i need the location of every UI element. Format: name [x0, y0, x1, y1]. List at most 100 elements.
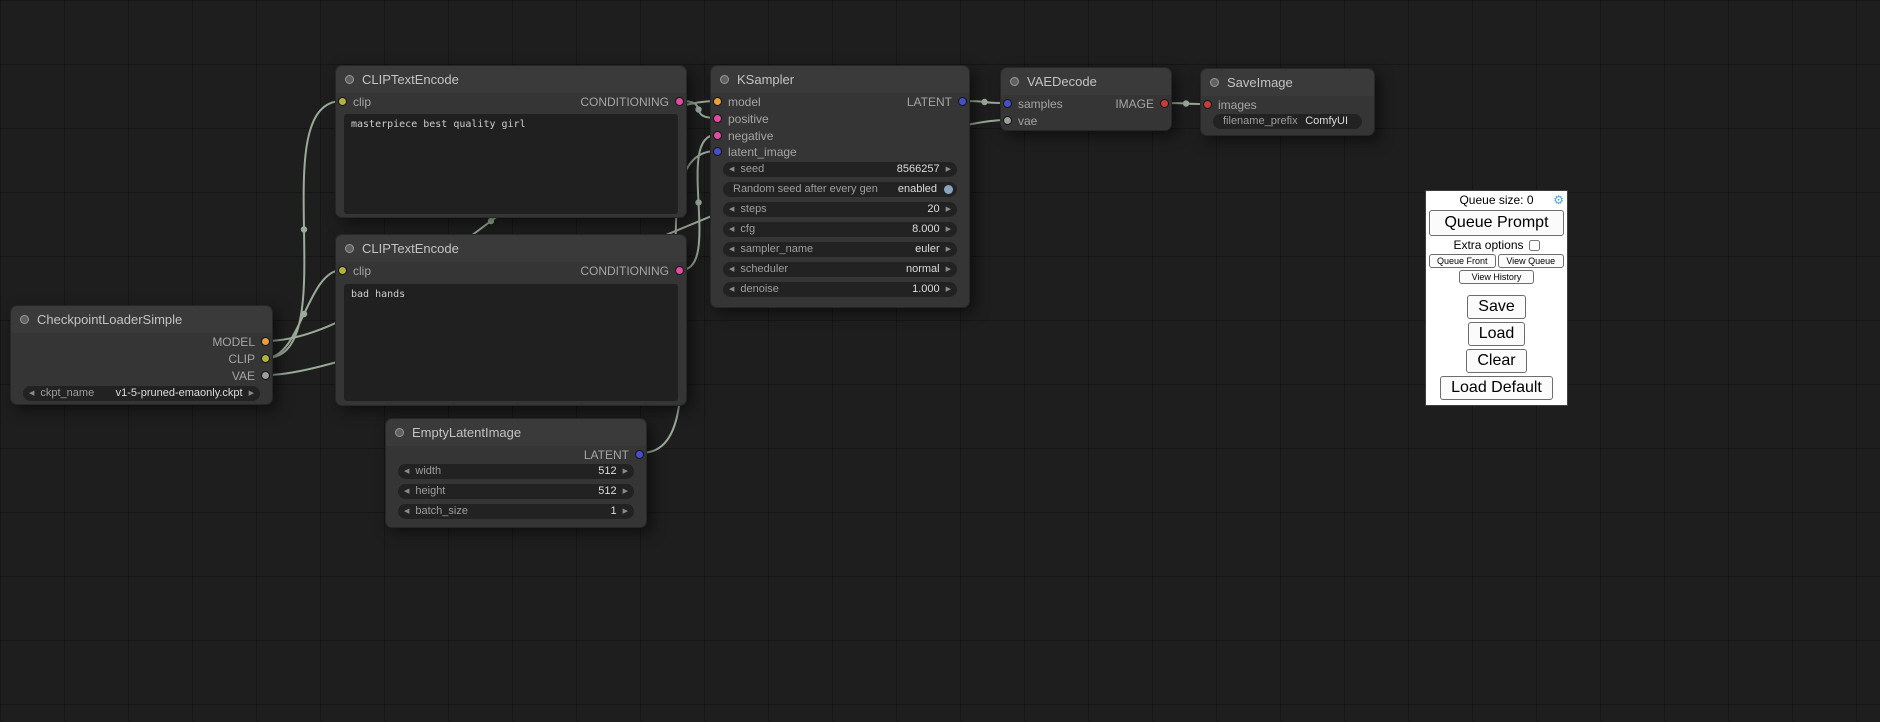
decrement-arrow-icon[interactable]: ◀ — [723, 222, 740, 237]
node-collapse-dot-icon[interactable] — [345, 75, 354, 84]
increment-arrow-icon[interactable]: ▶ — [243, 386, 260, 401]
decrement-arrow-icon[interactable]: ◀ — [723, 242, 740, 257]
cfg-number-widget[interactable]: ◀ cfg 8.000 ▶ — [723, 222, 957, 237]
increment-arrow-icon[interactable]: ▶ — [940, 162, 957, 177]
node-header[interactable]: CLIPTextEncode — [336, 235, 686, 262]
node-header[interactable]: VAEDecode — [1001, 68, 1171, 95]
widget-label: steps — [740, 202, 766, 217]
node-header[interactable]: KSampler — [711, 66, 969, 93]
view-queue-button[interactable]: View Queue — [1498, 254, 1565, 268]
save-button[interactable]: Save — [1467, 295, 1525, 319]
input-slot-vae: vae — [1001, 113, 1171, 129]
node-empty-latent-image[interactable]: EmptyLatentImage LATENT ◀ width 512 ▶ ◀ … — [385, 418, 647, 528]
ckpt-name-combo-widget[interactable]: ◀ ckpt_name v1-5-pruned-emaonly.ckpt ▶ — [23, 386, 260, 401]
clip-slot-dot[interactable] — [261, 354, 270, 363]
toggle-on-dot-icon[interactable] — [944, 185, 953, 194]
view-history-button[interactable]: View History — [1459, 270, 1535, 284]
decrement-arrow-icon[interactable]: ◀ — [723, 282, 740, 297]
slot-row: clip CONDITIONING — [336, 263, 686, 279]
extra-options-checkbox[interactable] — [1529, 240, 1540, 251]
node-checkpoint-loader-simple[interactable]: CheckpointLoaderSimple MODEL CLIP VAE ◀ … — [10, 305, 273, 405]
queue-prompt-button[interactable]: Queue Prompt — [1429, 210, 1564, 236]
latent-slot-dot[interactable] — [958, 97, 967, 106]
width-number-widget[interactable]: ◀ width 512 ▶ — [398, 464, 634, 479]
node-header[interactable]: CheckpointLoaderSimple — [11, 306, 272, 333]
model-slot-dot[interactable] — [261, 337, 270, 346]
slot-label: latent_image — [728, 145, 797, 159]
conditioning-slot-dot[interactable] — [675, 266, 684, 275]
node-title: VAEDecode — [1027, 74, 1097, 89]
node-clip-text-encode-positive[interactable]: CLIPTextEncode clip CONDITIONING masterp… — [335, 65, 687, 218]
input-slot-images: images — [1201, 97, 1374, 113]
node-save-image[interactable]: SaveImage images filename_prefix ComfyUI — [1200, 68, 1375, 136]
widget-label: cfg — [740, 222, 755, 237]
scheduler-combo-widget[interactable]: ◀ scheduler normal ▶ — [723, 262, 957, 277]
node-header[interactable]: EmptyLatentImage — [386, 419, 646, 446]
node-title: CLIPTextEncode — [362, 241, 459, 256]
decrement-arrow-icon[interactable]: ◀ — [723, 202, 740, 217]
conditioning-slot-dot[interactable] — [713, 114, 722, 123]
decrement-arrow-icon[interactable]: ◀ — [23, 386, 40, 401]
decrement-arrow-icon[interactable]: ◀ — [723, 262, 740, 277]
seed-number-widget[interactable]: ◀ seed 8566257 ▶ — [723, 162, 957, 177]
steps-number-widget[interactable]: ◀ steps 20 ▶ — [723, 202, 957, 217]
link-midpoint-dot — [695, 106, 701, 112]
node-collapse-dot-icon[interactable] — [720, 75, 729, 84]
node-collapse-dot-icon[interactable] — [395, 428, 404, 437]
node-collapse-dot-icon[interactable] — [1010, 77, 1019, 86]
latent-slot-dot[interactable] — [1003, 99, 1012, 108]
load-button[interactable]: Load — [1468, 322, 1526, 346]
widget-label: filename_prefix — [1213, 114, 1298, 129]
increment-arrow-icon[interactable]: ▶ — [940, 282, 957, 297]
increment-arrow-icon[interactable]: ▶ — [940, 202, 957, 217]
height-number-widget[interactable]: ◀ height 512 ▶ — [398, 484, 634, 499]
batch-size-number-widget[interactable]: ◀ batch_size 1 ▶ — [398, 504, 634, 519]
vae-slot-dot[interactable] — [1003, 116, 1012, 125]
latent-slot-dot[interactable] — [635, 450, 644, 459]
clip-slot-dot[interactable] — [338, 97, 347, 106]
increment-arrow-icon[interactable]: ▶ — [617, 504, 634, 519]
node-title: EmptyLatentImage — [412, 425, 521, 440]
clip-slot-dot[interactable] — [338, 266, 347, 275]
node-collapse-dot-icon[interactable] — [345, 244, 354, 253]
increment-arrow-icon[interactable]: ▶ — [617, 464, 634, 479]
prompt-text-area[interactable]: bad hands — [344, 284, 678, 401]
node-clip-text-encode-negative[interactable]: CLIPTextEncode clip CONDITIONING bad han… — [335, 234, 687, 406]
filename-prefix-text-widget[interactable]: filename_prefix ComfyUI — [1213, 114, 1362, 129]
node-collapse-dot-icon[interactable] — [1210, 78, 1219, 87]
node-vae-decode[interactable]: VAEDecode samples IMAGE vae — [1000, 67, 1172, 131]
node-collapse-dot-icon[interactable] — [20, 315, 29, 324]
image-slot-dot[interactable] — [1203, 100, 1212, 109]
increment-arrow-icon[interactable]: ▶ — [940, 242, 957, 257]
node-ksampler[interactable]: KSampler model LATENT positive negative … — [710, 65, 970, 308]
input-slot-latent-image: latent_image — [711, 144, 969, 160]
latent-slot-dot[interactable] — [713, 147, 722, 156]
conditioning-slot-dot[interactable] — [675, 97, 684, 106]
increment-arrow-icon[interactable]: ▶ — [940, 222, 957, 237]
output-slot-model: MODEL — [11, 334, 272, 350]
denoise-number-widget[interactable]: ◀ denoise 1.000 ▶ — [723, 282, 957, 297]
load-default-button[interactable]: Load Default — [1440, 376, 1553, 400]
slot-label: images — [1218, 98, 1257, 112]
slot-label: MODEL — [212, 335, 255, 349]
decrement-arrow-icon[interactable]: ◀ — [398, 504, 415, 519]
image-slot-dot[interactable] — [1160, 99, 1169, 108]
increment-arrow-icon[interactable]: ▶ — [617, 484, 634, 499]
decrement-arrow-icon[interactable]: ◀ — [723, 162, 740, 177]
queue-front-button[interactable]: Queue Front — [1429, 254, 1496, 268]
vae-slot-dot[interactable] — [261, 371, 270, 380]
clear-button[interactable]: Clear — [1466, 349, 1526, 373]
sampler-name-combo-widget[interactable]: ◀ sampler_name euler ▶ — [723, 242, 957, 257]
settings-gear-icon[interactable]: ⚙ — [1553, 194, 1564, 206]
node-header[interactable]: CLIPTextEncode — [336, 66, 686, 93]
model-slot-dot[interactable] — [713, 97, 722, 106]
graph-canvas[interactable]: { "canvas": { "link_color": "#9AAB99" },… — [0, 0, 1880, 722]
prompt-text-area[interactable]: masterpiece best quality girl — [344, 114, 678, 214]
node-header[interactable]: SaveImage — [1201, 69, 1374, 96]
random-seed-toggle-widget[interactable]: Random seed after every gen enabled — [723, 182, 957, 197]
decrement-arrow-icon[interactable]: ◀ — [398, 464, 415, 479]
increment-arrow-icon[interactable]: ▶ — [940, 262, 957, 277]
conditioning-slot-dot[interactable] — [713, 131, 722, 140]
slot-label: LATENT — [907, 95, 952, 109]
decrement-arrow-icon[interactable]: ◀ — [398, 484, 415, 499]
